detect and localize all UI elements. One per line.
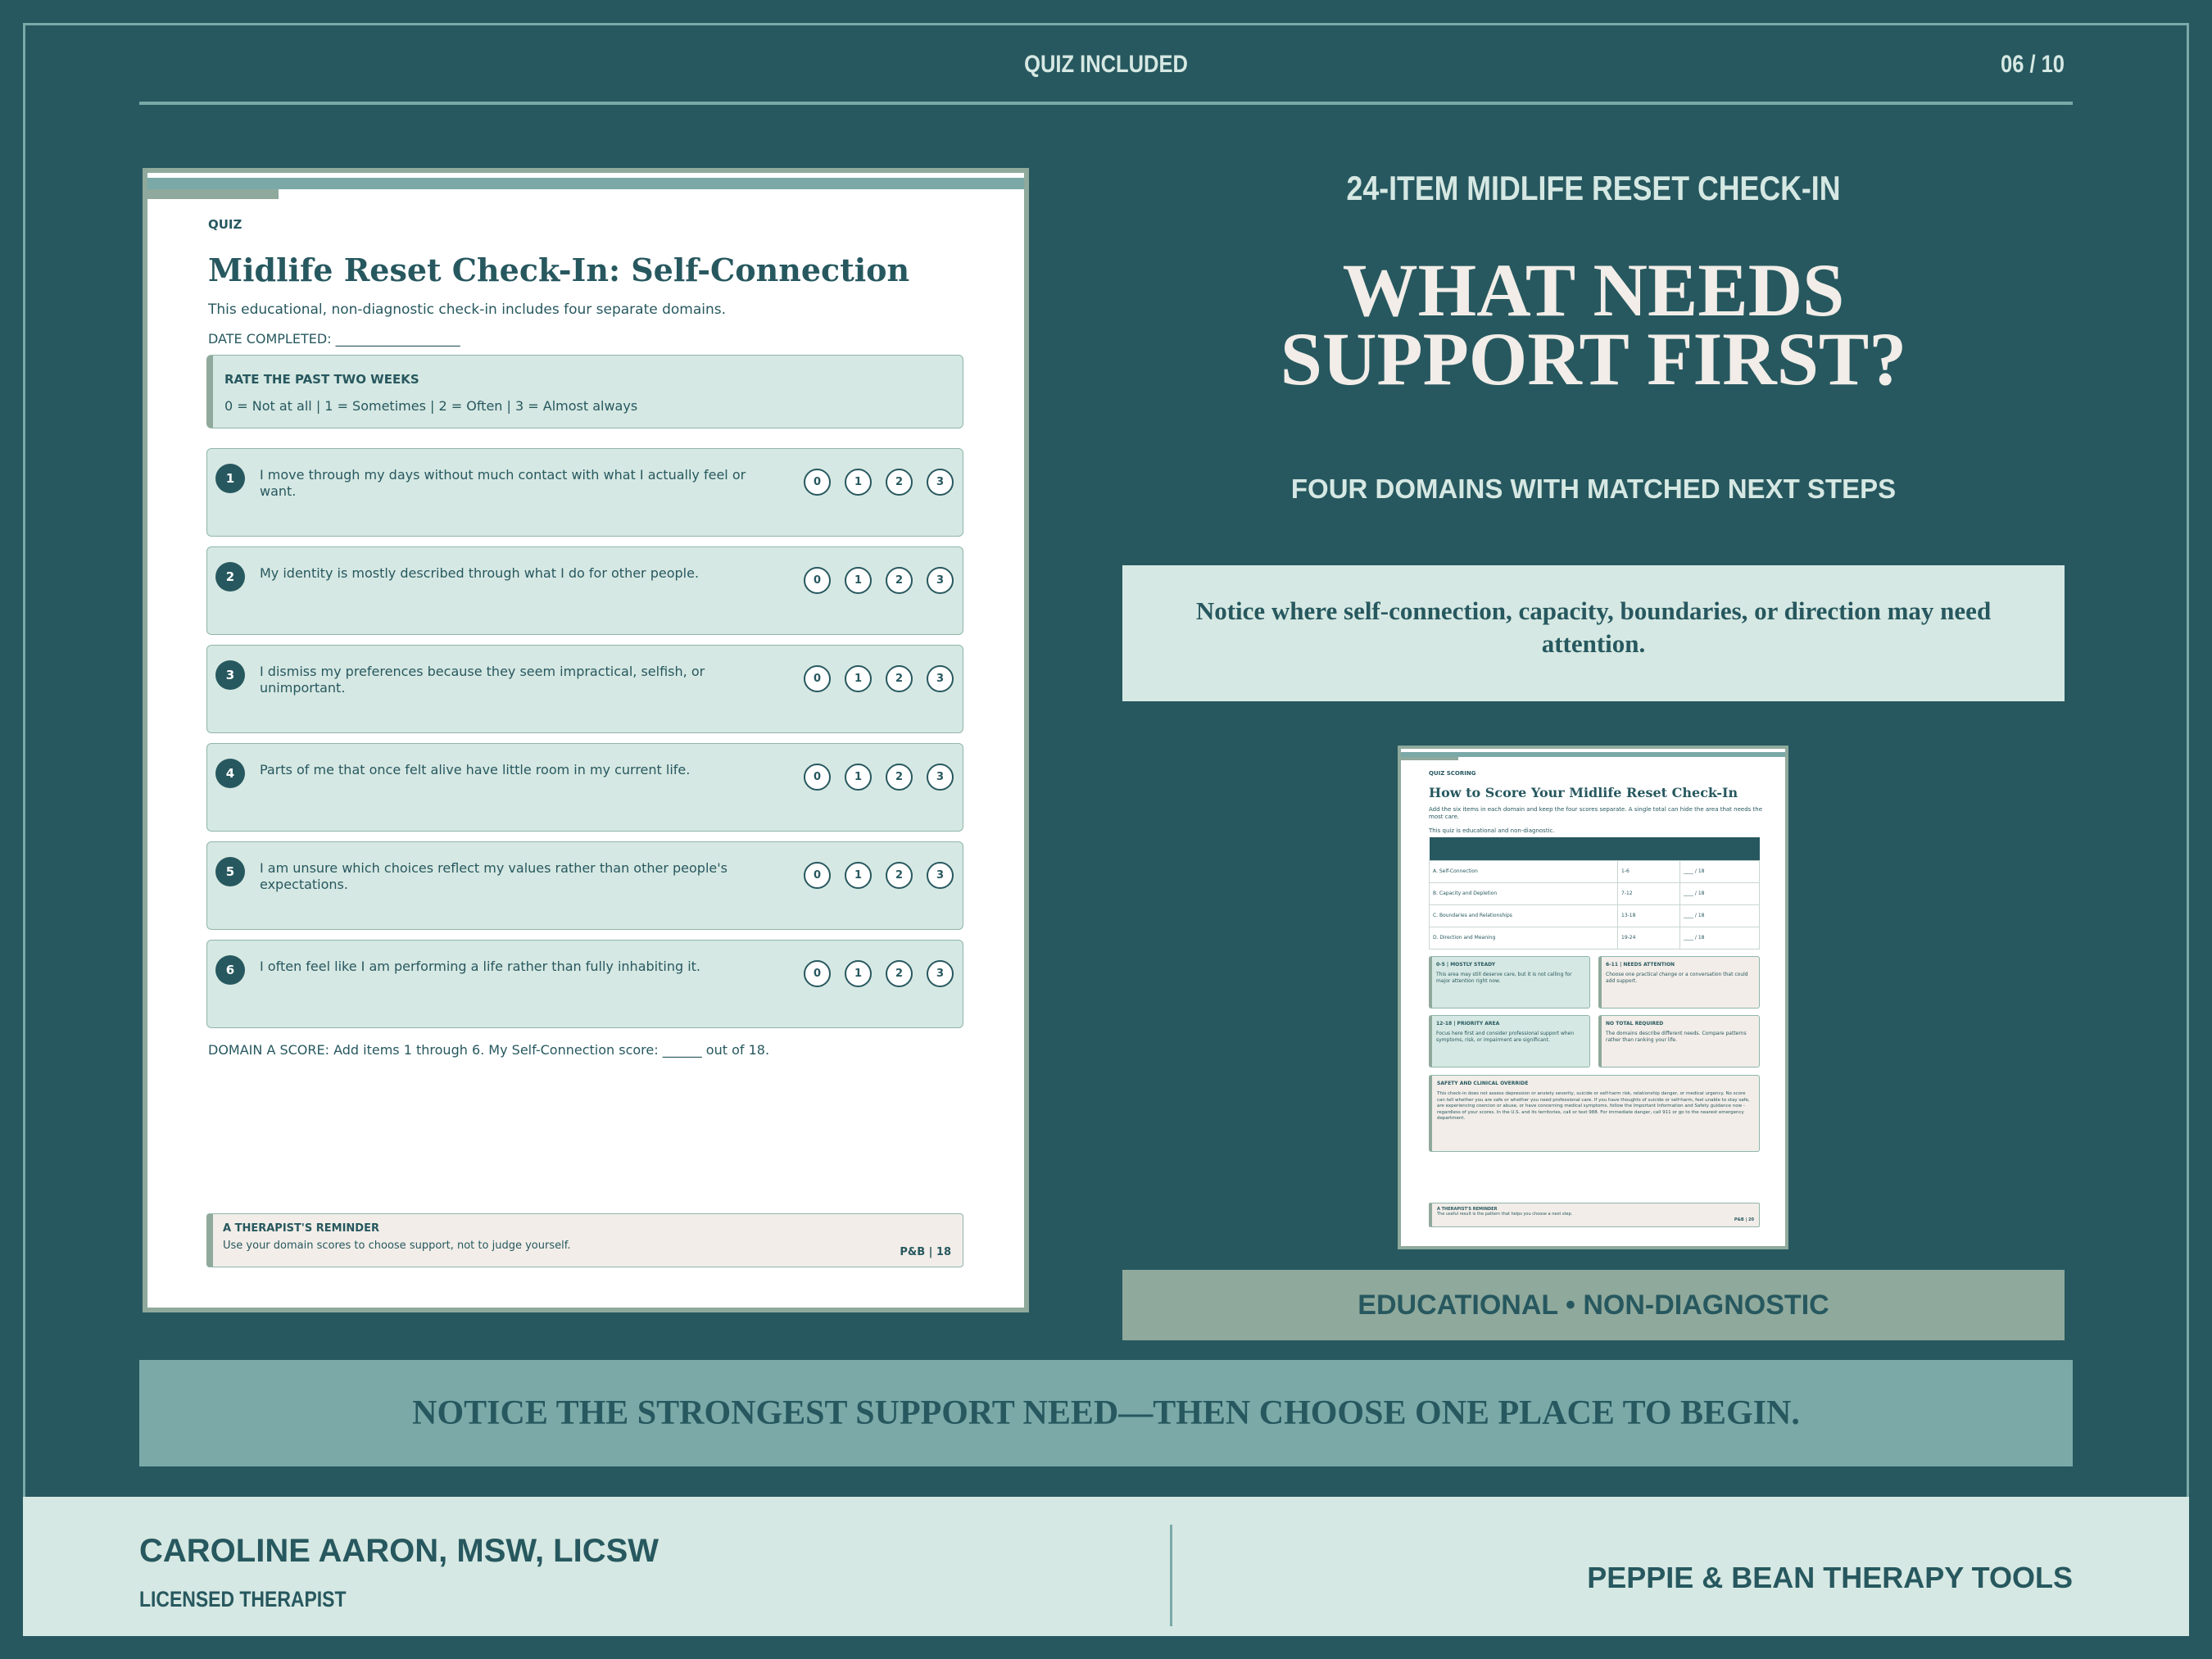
right-kicker: 24-ITEM MIDLIFE RESET CHECK-IN	[1346, 169, 1841, 207]
doc-title: Midlife Reset Check-In: Self-Connection	[208, 252, 910, 288]
mini-title: How to Score Your Midlife Reset Check-In	[1429, 785, 1738, 800]
answer-option[interactable]: 3	[927, 567, 954, 594]
doc-subtitle: This educational, non-diagnostic check-i…	[208, 301, 727, 318]
question-item: 5 I am unsure which choices reflect my v…	[206, 841, 963, 930]
question-number: 5	[215, 857, 245, 886]
page-tag: P&B | 18	[900, 1246, 951, 1258]
answer-option[interactable]: 2	[886, 862, 913, 889]
answer-option[interactable]: 1	[845, 469, 872, 496]
safety-override-box: SAFETY AND CLINICAL OVERRIDE This check-i…	[1429, 1075, 1760, 1152]
mini-top-bar	[1401, 752, 1785, 757]
answer-option[interactable]: 0	[804, 567, 831, 594]
header-label: QUIZ INCLUDED	[1024, 51, 1188, 78]
mini-reminder: A THERAPIST'S REMINDER The useful result …	[1429, 1203, 1760, 1227]
answer-option[interactable]: 3	[927, 862, 954, 889]
answer-option[interactable]: 1	[845, 960, 872, 987]
author-name: CAROLINE AARON, MSW, LICSW	[139, 1533, 660, 1569]
headline-line-1: WHAT NEEDS	[1342, 248, 1845, 332]
score-band-box: 0-5 | MOSTLY STEADY This area may still d…	[1429, 956, 1590, 1009]
headline-line-2: SUPPORT FIRST?	[1280, 317, 1907, 401]
question-item: 3 I dismiss my preferences because they …	[206, 645, 963, 733]
footer-divider	[1170, 1525, 1172, 1626]
score-band-box: 12-18 | PRIORITY AREA Focus here first an…	[1429, 1015, 1590, 1067]
date-completed-field: DATE COMPLETED: ___________________	[208, 331, 460, 347]
footer: CAROLINE AARON, MSW, LICSW LICENSED THER…	[23, 1497, 2189, 1636]
question-item: 1 I move through my days without much co…	[206, 448, 963, 537]
notice-box: Notice where self-connection, capacity, …	[1122, 565, 2065, 701]
question-number: 1	[215, 464, 245, 493]
subheadline: FOUR DOMAINS WITH MATCHED NEXT STEPS	[1290, 474, 1897, 504]
answer-option[interactable]: 0	[804, 764, 831, 791]
answer-option[interactable]: 2	[886, 764, 913, 791]
table-row: B. Capacity and Depletion 7-12 ____ / 18	[1429, 882, 1760, 905]
question-text: I often feel like I am performing a life…	[260, 959, 700, 974]
question-item: 2 My identity is mostly described throug…	[206, 546, 963, 635]
reminder-text: Use your domain scores to choose support…	[223, 1240, 571, 1252]
score-band-box: 6-11 | NEEDS ATTENTION Choose one practic…	[1598, 956, 1760, 1009]
header-divider	[139, 102, 2073, 105]
answer-option[interactable]: 2	[886, 960, 913, 987]
notice-text: Notice where self-connection, capacity, …	[1195, 596, 1992, 658]
question-number: 2	[215, 562, 245, 592]
question-text: I dismiss my preferences because they se…	[260, 664, 705, 696]
quiz-page-preview: QUIZ Midlife Reset Check-In: Self-Connec…	[143, 168, 1029, 1312]
domain-score-line: DOMAIN A SCORE: Add items 1 through 6. M…	[208, 1042, 770, 1058]
answer-option[interactable]: 1	[845, 764, 872, 791]
score-band-box: NO TOTAL REQUIRED The domains describe di…	[1598, 1015, 1760, 1067]
question-item: 4 Parts of me that once felt alive have …	[206, 743, 963, 832]
question-number: 3	[215, 660, 245, 690]
doc-top-accent	[147, 189, 279, 199]
rating-scale-legend: 0 = Not at all | 1 = Sometimes | 2 = Oft…	[224, 398, 638, 414]
question-item: 6 I often feel like I am performing a li…	[206, 940, 963, 1028]
mini-note: This quiz is educational and non-diagnos…	[1429, 827, 1555, 834]
bottom-banner: NOTICE THE STRONGEST SUPPORT NEED—THEN C…	[139, 1360, 2073, 1466]
table-row: C. Boundaries and Relationships 13-18 ____…	[1429, 904, 1760, 927]
table-row: D. Direction and Meaning 19-24 ____ / 18	[1429, 926, 1760, 950]
rating-scale-title: RATE THE PAST TWO WEEKS	[224, 372, 419, 387]
educational-badge: EDUCATIONAL • NON-DIAGNOSTIC	[1122, 1270, 2065, 1340]
question-text: I move through my days without much cont…	[260, 467, 746, 499]
answer-option[interactable]: 3	[927, 469, 954, 496]
answer-option[interactable]: 1	[845, 567, 872, 594]
reminder-title: A THERAPIST'S REMINDER	[223, 1222, 379, 1235]
table-row: A. Self-Connection 1-6 ____ / 18	[1429, 859, 1760, 883]
answer-option[interactable]: 3	[927, 665, 954, 692]
answer-option[interactable]: 1	[845, 665, 872, 692]
answer-option[interactable]: 2	[886, 469, 913, 496]
mini-top-accent	[1401, 757, 1458, 760]
brand-name: PEPPIE & BEAN THERAPY TOOLS	[1587, 1561, 2073, 1594]
mini-kicker: QUIZ SCORING	[1429, 770, 1476, 777]
table-header-row	[1429, 837, 1760, 860]
doc-kicker: QUIZ	[208, 217, 243, 232]
author-role: LICENSED THERAPIST	[139, 1587, 347, 1611]
answer-option[interactable]: 0	[804, 960, 831, 987]
question-number: 4	[215, 759, 245, 788]
scoring-page-preview: QUIZ SCORING How to Score Your Midlife R…	[1398, 746, 1788, 1249]
therapist-reminder: A THERAPIST'S REMINDER Use your domain s…	[206, 1213, 963, 1267]
mini-description: Add the six items in each domain and kee…	[1429, 806, 1762, 820]
doc-top-bar	[147, 178, 1024, 189]
headline: WHAT NEEDS SUPPORT FIRST?	[1122, 248, 2065, 401]
answer-option[interactable]: 2	[886, 665, 913, 692]
scoring-table: A. Self-Connection 1-6 ____ / 18 B. Capaci…	[1429, 837, 1760, 950]
answer-option[interactable]: 0	[804, 665, 831, 692]
rating-scale-box: RATE THE PAST TWO WEEKS 0 = Not at all |…	[206, 355, 963, 428]
answer-option[interactable]: 3	[927, 960, 954, 987]
answer-option[interactable]: 1	[845, 862, 872, 889]
question-text: Parts of me that once felt alive have li…	[260, 762, 691, 777]
answer-option[interactable]: 0	[804, 862, 831, 889]
question-text: I am unsure which choices reflect my val…	[260, 860, 728, 892]
answer-option[interactable]: 3	[927, 764, 954, 791]
answer-option[interactable]: 2	[886, 567, 913, 594]
answer-option[interactable]: 0	[804, 469, 831, 496]
page-number: 06 / 10	[2001, 51, 2065, 78]
question-text: My identity is mostly described through …	[260, 565, 700, 581]
question-number: 6	[215, 955, 245, 985]
